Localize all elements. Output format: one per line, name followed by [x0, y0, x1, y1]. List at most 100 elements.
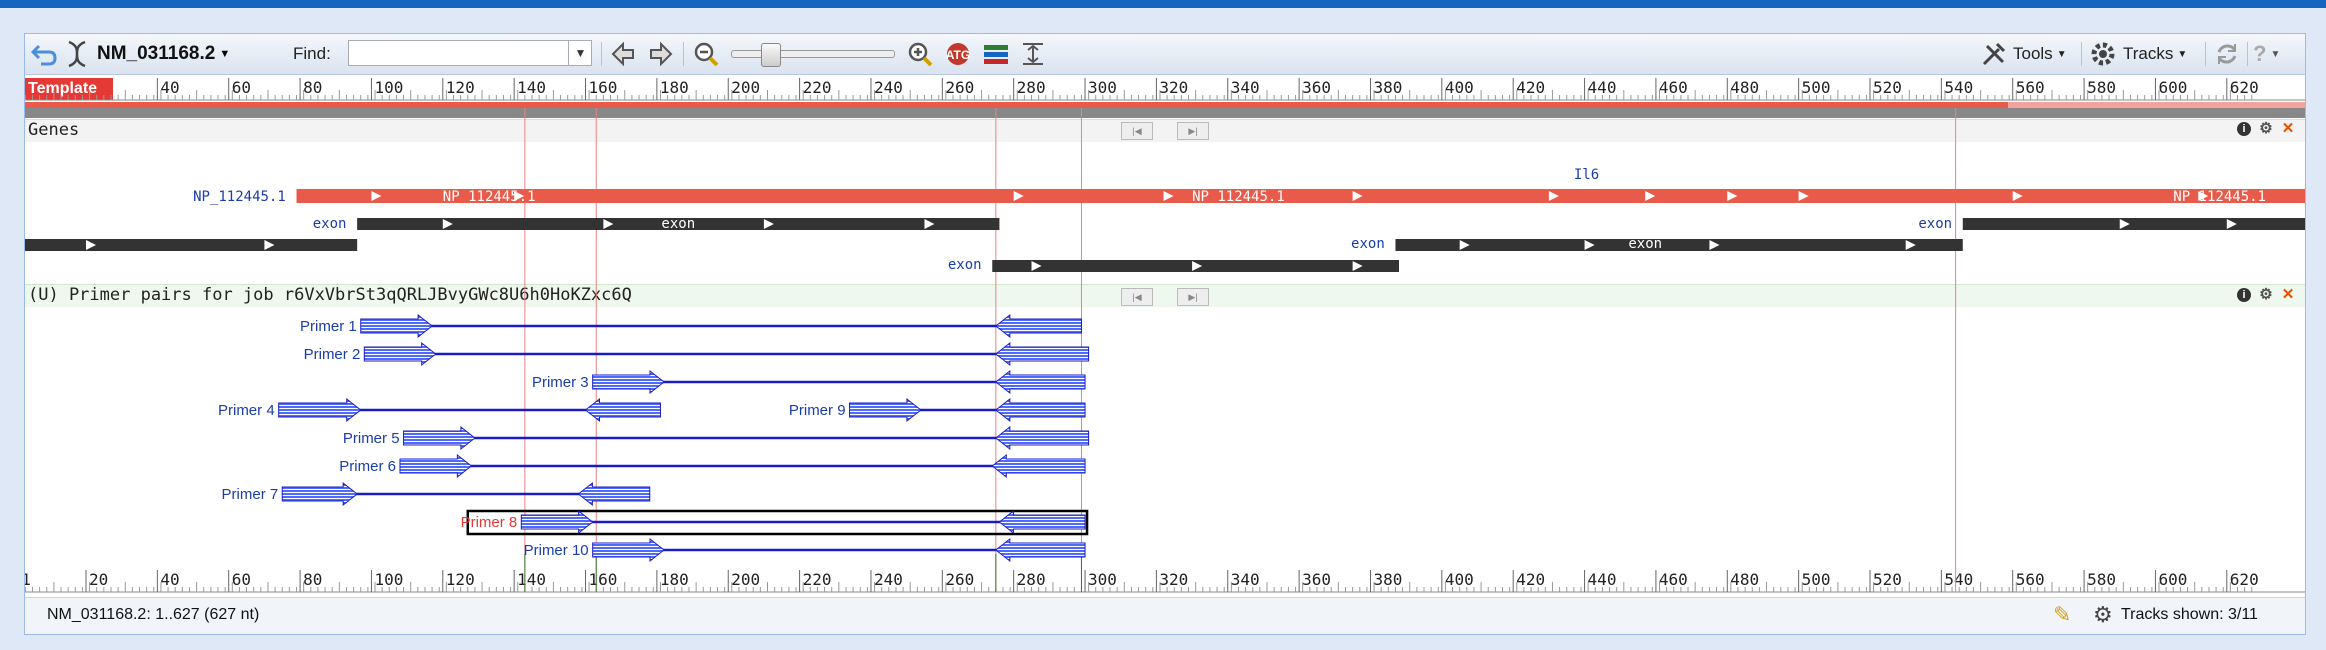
ruler-label: 420: [1516, 78, 1545, 97]
reverse-primer: [998, 509, 1086, 535]
gene-label: Il6: [1574, 167, 1599, 183]
gene-label: NP_112445.1: [2173, 189, 2266, 205]
ruler-label: 1: [25, 570, 31, 589]
ruler-label: 600: [2158, 570, 2187, 589]
ruler-label: 320: [1159, 78, 1188, 97]
forward-primer: [520, 509, 594, 535]
ruler-label: 480: [1730, 78, 1759, 97]
ruler-label: 360: [1302, 570, 1331, 589]
reverse-primer: [577, 481, 651, 507]
primer-features: Primer 1 Primer 2 Primer 3 Primer 4 Primer 5…: [218, 313, 1090, 563]
gene-label: NP_112445.1: [1192, 189, 1285, 205]
primer-label: Primer 7: [222, 486, 279, 503]
ruler-label: 140: [517, 78, 546, 97]
track-canvas[interactable]: 40 60 80 100 120 140 160 180 200 220 240 260 280 300 3…: [25, 34, 2305, 634]
exon-bar: [1395, 239, 1963, 251]
gene-label: exon: [1628, 236, 1662, 252]
primer-label: Primer 9: [789, 402, 846, 419]
ruler-label: 80: [303, 570, 322, 589]
ruler-label: 540: [1944, 78, 1973, 97]
reverse-primer: [995, 537, 1086, 563]
forward-primer: [403, 425, 476, 451]
ruler-label: 560: [2016, 570, 2045, 589]
highlight-lines: [524, 108, 1957, 592]
primer-label: Primer 6: [339, 458, 396, 475]
reverse-primer: [991, 453, 1086, 479]
ruler-label: 500: [1802, 570, 1831, 589]
reverse-primer: [995, 425, 1090, 451]
ruler-label: 200: [731, 78, 760, 97]
forward-primer: [363, 341, 437, 367]
ruler-label: 40: [160, 570, 179, 589]
ruler-label: 560: [2016, 78, 2045, 97]
gene-label: exon: [661, 216, 695, 232]
ruler-label: 460: [1659, 78, 1688, 97]
gene-label: exon: [313, 216, 347, 232]
exon-bar: [1962, 218, 2305, 230]
forward-primer: [278, 397, 362, 423]
gene-label: exon: [1351, 236, 1385, 252]
reverse-primer: [995, 369, 1086, 395]
ruler-label: 380: [1373, 570, 1402, 589]
forward-primer: [849, 397, 922, 423]
edit-icon[interactable]: ✎: [2053, 602, 2071, 628]
forward-primer: [592, 369, 665, 395]
reverse-primer: [584, 397, 661, 423]
ruler-label: 400: [1445, 570, 1474, 589]
ruler-label: 600: [2158, 78, 2187, 97]
ruler-label: 240: [874, 570, 903, 589]
ruler-label: 320: [1159, 570, 1188, 589]
ruler-label: 120: [446, 78, 475, 97]
gene-label: exon: [1918, 216, 1952, 232]
ruler-label: 20: [89, 570, 108, 589]
ruler-label: 300: [1088, 78, 1117, 97]
ruler-label: 380: [1373, 78, 1402, 97]
ruler-label: 620: [2230, 78, 2259, 97]
ruler-label: 500: [1802, 78, 1831, 97]
ruler-label: 180: [660, 570, 689, 589]
ruler-label: 100: [374, 78, 403, 97]
ruler-label: 280: [1017, 570, 1046, 589]
genes-features: Il6 NP_112445.1 NP_112445.1 NP_112445.1 NP_1…: [25, 167, 2305, 273]
exon-bar: [25, 239, 358, 251]
status-range: NM_031168.2: 1..627 (627 nt): [47, 606, 260, 623]
ruler-label: 140: [517, 570, 546, 589]
sequence-viewer-panel: NM_031168.2 ▼ Find: ▼ ATG Tools ▼ Tracks…: [24, 33, 2306, 635]
ruler-label: 240: [874, 78, 903, 97]
ruler-label: 360: [1302, 78, 1331, 97]
ruler-label: 160: [589, 78, 618, 97]
gene-label: NP_112445.1: [443, 189, 536, 205]
ruler-ticks-bottom: 1204060801001201401601802002202402602803…: [25, 570, 2305, 593]
tracks-shown: Tracks shown: 3/11: [2121, 606, 2258, 623]
primer-label: Primer 2: [304, 346, 361, 363]
ruler-label: 260: [945, 78, 974, 97]
ruler-label: 520: [1873, 570, 1902, 589]
ruler-label: 180: [660, 78, 689, 97]
ruler-label: 460: [1659, 570, 1688, 589]
ruler-label: 620: [2230, 570, 2259, 589]
ruler-label: 340: [1231, 78, 1260, 97]
ruler-label: 440: [1588, 78, 1617, 97]
ruler-label: 220: [803, 78, 832, 97]
reverse-primer: [995, 397, 1086, 423]
ruler-label: 300: [1088, 570, 1117, 589]
reverse-primer: [995, 313, 1082, 339]
ruler-label: 60: [232, 78, 251, 97]
ruler-label: 340: [1231, 570, 1260, 589]
ruler-label: 540: [1944, 570, 1973, 589]
forward-primer: [592, 537, 665, 563]
ruler-label: 420: [1516, 570, 1545, 589]
primer-label: Primer 3: [532, 374, 589, 391]
window-top-bar: [0, 0, 2326, 8]
ruler-label: 80: [303, 78, 322, 97]
ruler-label: 40: [160, 78, 179, 97]
ruler-label: 260: [945, 570, 974, 589]
gear-icon[interactable]: ⚙: [2093, 602, 2113, 628]
ruler-label: 580: [2087, 570, 2116, 589]
forward-primer: [360, 313, 433, 339]
forward-primer: [281, 481, 358, 507]
reverse-primer: [995, 341, 1090, 367]
primer-label: Primer 10: [524, 542, 589, 559]
cds-bar: [296, 189, 2305, 203]
ruler-label: 580: [2087, 78, 2116, 97]
